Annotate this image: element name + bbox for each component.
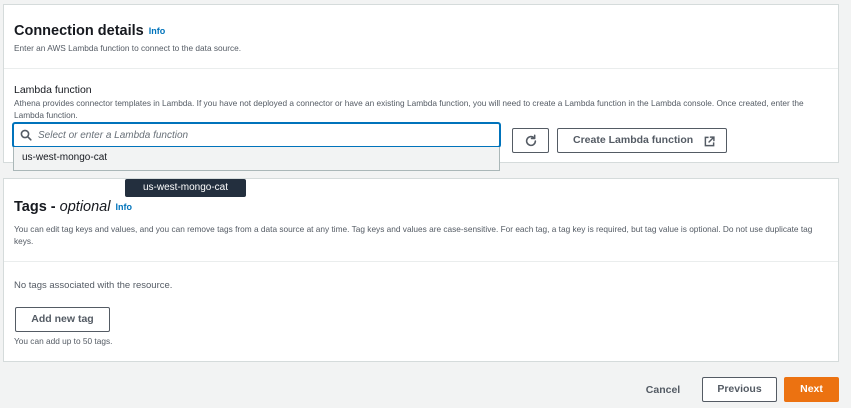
add-new-tag-button[interactable]: Add new tag <box>15 307 110 332</box>
external-link-icon <box>704 136 715 147</box>
lambda-function-select[interactable] <box>13 123 500 147</box>
tags-title-separator: - <box>46 199 60 215</box>
tags-info-link[interactable]: Info <box>115 202 132 212</box>
lambda-function-input[interactable] <box>38 127 488 143</box>
dropdown-option-us-west-mongo-cat[interactable]: us-west-mongo-cat <box>22 152 107 163</box>
connection-details-title-text: Connection details <box>14 23 144 39</box>
connection-info-link[interactable]: Info <box>149 26 166 36</box>
next-button[interactable]: Next <box>784 377 839 402</box>
no-tags-message: No tags associated with the resource. <box>14 280 173 291</box>
create-lambda-function-label: Create Lambda function <box>573 134 694 146</box>
connection-details-header: Connection details Info Enter an AWS Lamb… <box>4 5 838 69</box>
create-lambda-function-button[interactable]: Create Lambda function <box>557 128 727 153</box>
option-tooltip: us-west-mongo-cat <box>125 179 246 197</box>
tags-title: Tags - optional Info <box>14 198 828 216</box>
connection-details-description: Enter an AWS Lambda function to connect … <box>14 43 242 53</box>
cancel-button[interactable]: Cancel <box>634 378 692 402</box>
search-icon <box>20 129 32 141</box>
tags-panel: Tags - optional Info You can edit tag key… <box>3 178 839 362</box>
tags-description: You can edit tag keys and values, and yo… <box>14 224 813 246</box>
lambda-function-description: Athena provides connector templates in L… <box>14 98 804 120</box>
refresh-button[interactable] <box>512 128 549 153</box>
lambda-function-label: Lambda function <box>14 84 92 96</box>
tags-optional-label: optional <box>59 199 111 215</box>
connection-details-title: Connection details Info <box>14 22 828 40</box>
lambda-function-dropdown: us-west-mongo-cat <box>13 147 500 171</box>
tag-limit-text: You can add up to 50 tags. <box>14 336 113 346</box>
previous-button[interactable]: Previous <box>702 377 777 402</box>
tags-title-text: Tags <box>14 199 47 215</box>
refresh-icon <box>525 134 537 147</box>
